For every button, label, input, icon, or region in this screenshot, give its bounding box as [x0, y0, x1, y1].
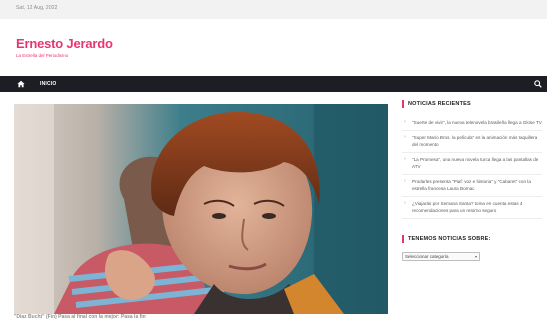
featured-caption[interactable]: "Diaz Bucht" (Fin) Pasa al final con la … [14, 314, 394, 320]
chevron-right-icon: › [404, 119, 406, 125]
site-branding: Ernesto Jerardo La Estrella del Periodis… [16, 37, 113, 59]
recent-news-link[interactable]: "La Promesa", una nueva novela turca lle… [412, 156, 542, 170]
list-item: › "La Promesa", una nueva novela turca l… [402, 153, 542, 175]
sidebar: NOTICIAS RECIENTES › "Suerte de vivir", … [402, 100, 542, 261]
featured-image[interactable] [14, 104, 388, 314]
list-item: › "Super Mario Bros. la película" es la … [402, 131, 542, 153]
search-icon[interactable] [534, 80, 542, 88]
categories-title: TENEMOS NOTICIAS SOBRE: [402, 235, 542, 243]
list-item: › ¿Viajarás por Semana Santa? toma en cu… [402, 197, 542, 219]
recent-news-link[interactable]: ¿Viajarás por Semana Santa? toma en cuen… [412, 200, 542, 214]
recent-news-list: › "Suerte de vivir", la nueva telenovela… [402, 116, 542, 219]
categories-widget: TENEMOS NOTICIAS SOBRE: Seleccionar cate… [402, 235, 542, 261]
chevron-down-icon: ▾ [474, 254, 477, 259]
category-select-value: Seleccionar categoría [405, 254, 449, 259]
home-icon[interactable] [17, 80, 25, 88]
recent-news-link[interactable]: "Super Mario Bros. la película" es la an… [412, 134, 542, 148]
list-item: › Prodarles presenta "Piaf: voz e histor… [402, 175, 542, 197]
site-title[interactable]: Ernesto Jerardo [16, 37, 113, 51]
chevron-right-icon: › [404, 200, 406, 206]
list-item: › "Suerte de vivir", la nueva telenovela… [402, 116, 542, 131]
nav-link-inicio[interactable]: INICIO [40, 81, 56, 87]
recent-news-widget: NOTICIAS RECIENTES › "Suerte de vivir", … [402, 100, 542, 219]
recent-news-link[interactable]: "Suerte de vivir", la nueva telenovela b… [412, 119, 542, 126]
featured-photo [14, 104, 388, 314]
chevron-right-icon: › [404, 156, 406, 162]
recent-news-title: NOTICIAS RECIENTES [402, 100, 542, 108]
recent-news-link[interactable]: Prodarles presenta "Piaf: voz e historia… [412, 178, 542, 192]
featured-caption-text[interactable]: "Diaz Bucht" (Fin) Pasa al final con la … [14, 314, 394, 320]
current-date: Sat, 12 Aug, 2022 [16, 5, 58, 11]
chevron-right-icon: › [404, 178, 406, 184]
category-select[interactable]: Seleccionar categoría ▾ [402, 252, 480, 261]
site-tagline: La Estrella del Periodismo [16, 53, 69, 58]
main-navigation: INICIO [0, 76, 547, 92]
top-bar: Sat, 12 Aug, 2022 [0, 0, 547, 19]
chevron-right-icon: › [404, 134, 406, 140]
